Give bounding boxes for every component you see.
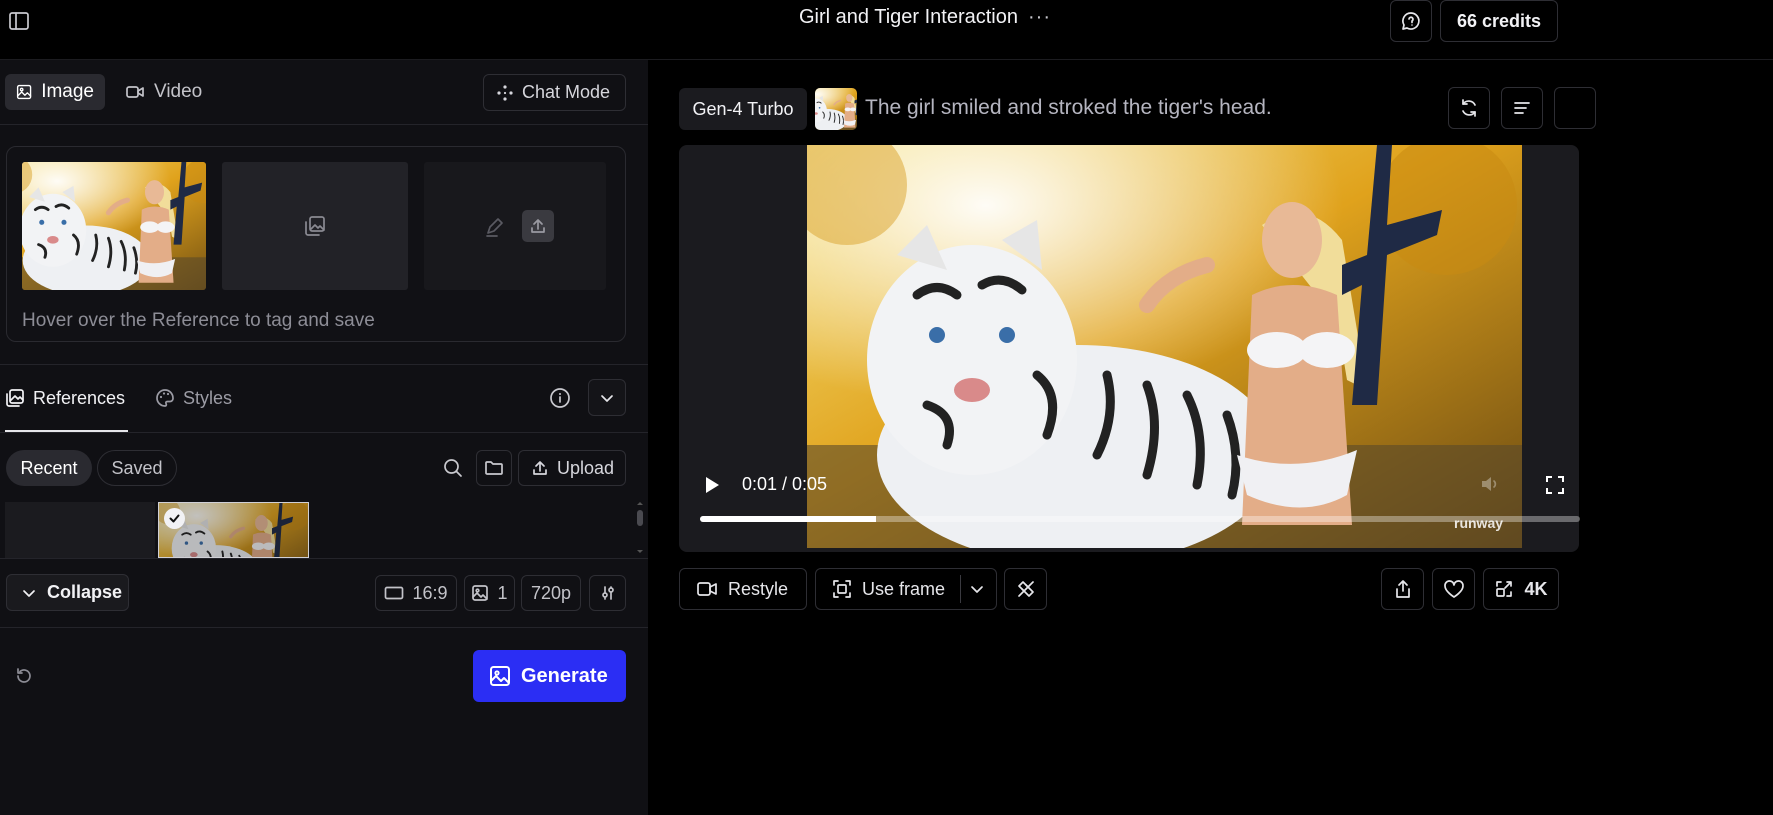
aspect-ratio-value: 16:9 [412, 582, 448, 603]
upscale-label: 4K [1524, 578, 1548, 599]
generate-button[interactable]: Generate [473, 650, 626, 702]
filter-recent[interactable]: Recent [6, 450, 92, 486]
tab-references[interactable]: References [5, 386, 125, 410]
palette-icon [156, 389, 174, 407]
advanced-settings-button[interactable] [589, 575, 626, 611]
edit-tools-button[interactable] [1004, 568, 1047, 610]
frame-capture-icon [833, 580, 851, 598]
add-reference-slot[interactable] [222, 162, 408, 290]
aspect-ratio-icon [385, 586, 404, 600]
upscale-icon [1496, 581, 1513, 597]
divider [0, 364, 648, 365]
image-icon [490, 666, 510, 686]
sketch-upload-slot[interactable] [424, 162, 606, 290]
tab-styles[interactable]: Styles [155, 386, 232, 410]
reset-icon[interactable] [14, 666, 34, 686]
references-icon [6, 389, 24, 407]
chevron-down-icon [601, 394, 613, 402]
checkmark-icon [164, 508, 185, 529]
more-actions-button[interactable] [1554, 87, 1596, 129]
tab-image-label: Image [41, 81, 94, 102]
more-options-icon[interactable]: ··· [1028, 6, 1051, 28]
upload-slot-button[interactable] [522, 210, 554, 242]
reference-thumbnail[interactable] [22, 162, 206, 290]
folder-icon [485, 461, 503, 475]
video-frame[interactable] [807, 145, 1522, 548]
divider [0, 627, 648, 628]
scrollbar[interactable] [635, 500, 645, 556]
text-lines-icon [1514, 102, 1530, 114]
divider [960, 575, 961, 603]
gallery-icon [305, 216, 325, 236]
project-title[interactable]: Girl and Tiger Interaction [799, 6, 1018, 28]
chat-bubble-icon [1402, 12, 1420, 30]
divider [0, 432, 648, 433]
image-icon [16, 84, 32, 100]
share-icon [1395, 580, 1410, 598]
info-icon[interactable] [548, 386, 572, 410]
tab-image[interactable]: Image [5, 74, 105, 110]
output-count-button[interactable]: 1 [464, 575, 515, 611]
video-camera-icon [697, 582, 717, 596]
upload-icon [531, 219, 545, 233]
image-icon [472, 585, 489, 601]
chat-mode-button[interactable]: Chat Mode [483, 74, 626, 111]
library-dropdown-button[interactable] [588, 379, 626, 416]
fullscreen-icon[interactable] [1544, 474, 1566, 496]
model-badge[interactable]: Gen-4 Turbo [679, 88, 807, 130]
restyle-label: Restyle [728, 578, 789, 599]
upload-button[interactable]: Upload [518, 450, 626, 486]
generate-label: Generate [521, 664, 608, 687]
volume-icon[interactable] [1478, 472, 1502, 496]
like-button[interactable] [1432, 568, 1475, 610]
prompt-text: The girl smiled and stroked the tiger's … [865, 96, 1272, 119]
heart-icon [1443, 580, 1464, 598]
reference-hint: Hover over the Reference to tag and save [22, 310, 375, 331]
upload-label: Upload [557, 457, 615, 478]
details-button[interactable] [1501, 87, 1543, 129]
prompt-reference-thumbnail[interactable] [815, 88, 857, 130]
output-count-value: 1 [497, 582, 508, 603]
folder-button[interactable] [476, 450, 512, 486]
tab-styles-label: Styles [183, 387, 233, 408]
search-icon[interactable] [441, 456, 465, 480]
upscale-4k-button[interactable]: 4K [1483, 568, 1559, 610]
play-icon[interactable] [702, 474, 722, 496]
resolution-button[interactable]: 720p [521, 575, 581, 611]
sparkle-dots-icon [497, 84, 513, 101]
rerun-button[interactable] [1448, 87, 1490, 129]
tab-video[interactable]: Video [114, 74, 224, 110]
video-progress-fill [700, 516, 876, 522]
watermark: runway [1454, 515, 1504, 531]
tab-video-label: Video [154, 81, 203, 102]
restyle-button[interactable]: Restyle [679, 568, 807, 610]
video-camera-icon [126, 86, 144, 98]
asset-thumbnail[interactable] [5, 502, 155, 558]
refresh-icon [1462, 99, 1476, 117]
video-time: 0:01 / 0:05 [742, 474, 828, 494]
sliders-icon [601, 586, 614, 600]
active-tab-indicator [5, 430, 128, 432]
chevron-down-icon [23, 589, 35, 597]
upload-icon [533, 461, 547, 475]
collapse-button[interactable]: Collapse [6, 574, 129, 611]
chevron-down-icon[interactable] [966, 578, 988, 600]
tab-references-label: References [33, 387, 126, 408]
chat-mode-label: Chat Mode [522, 82, 611, 102]
divider [0, 558, 648, 559]
video-progress-bar[interactable] [700, 516, 1580, 522]
aspect-ratio-button[interactable]: 16:9 [375, 575, 457, 611]
divider [0, 124, 648, 125]
feedback-button[interactable] [1390, 0, 1432, 42]
tools-icon [1017, 581, 1034, 597]
pen-icon[interactable] [484, 216, 506, 238]
filter-saved[interactable]: Saved [97, 450, 177, 486]
use-frame-label: Use frame [862, 578, 946, 599]
credits-button[interactable]: 66 credits [1440, 0, 1558, 42]
share-button[interactable] [1381, 568, 1424, 610]
collapse-label: Collapse [47, 582, 123, 602]
